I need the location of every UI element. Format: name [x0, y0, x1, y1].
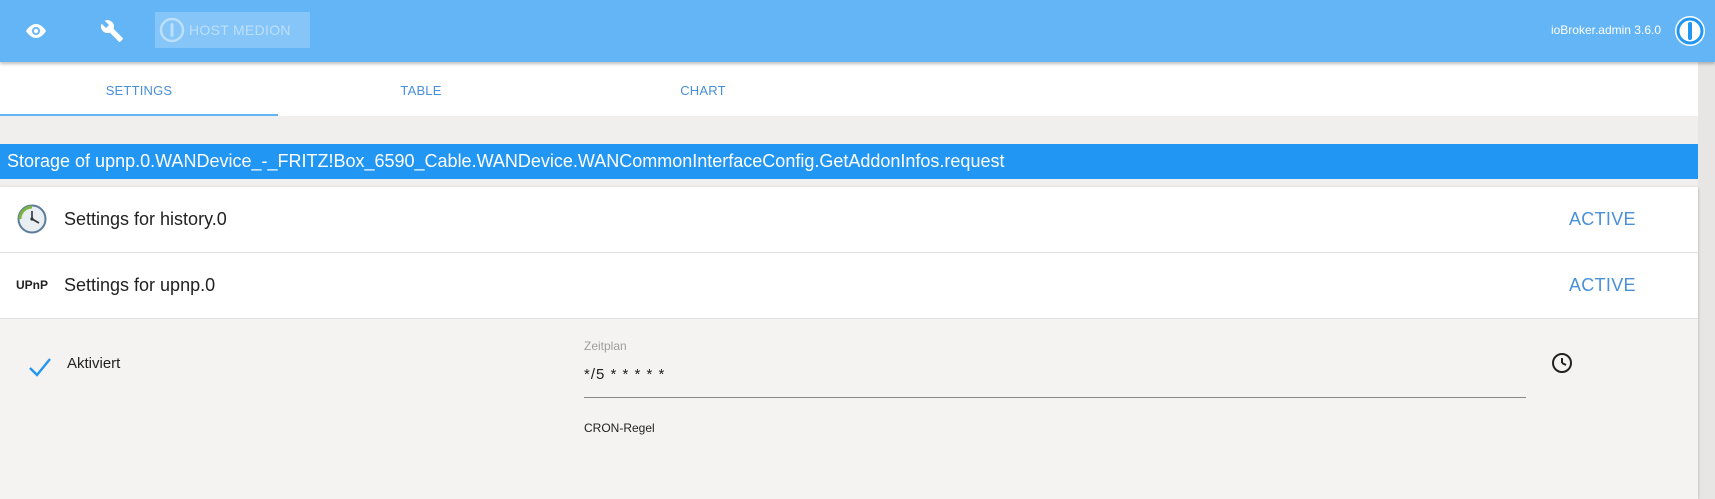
tab-bar: SETTINGS TABLE CHART [0, 62, 1698, 116]
host-label: HOST MEDION [189, 22, 291, 38]
top-app-bar: HOST MEDION ioBroker.admin 3.6.0 [0, 0, 1715, 62]
eye-icon[interactable] [14, 0, 58, 62]
version-label: ioBroker.admin 3.6.0 [1550, 23, 1661, 37]
schedule-help-text: CRON-Regel [584, 421, 655, 435]
adapter-panels: Settings for history.0 ACTIVE UPnP Setti… [0, 187, 1698, 499]
schedule-input[interactable]: */5 * * * * * [584, 366, 665, 383]
panel-upnp[interactable]: UPnP Settings for upnp.0 ACTIVE [0, 253, 1698, 319]
host-selector[interactable]: HOST MEDION [155, 12, 310, 48]
iobroker-logo-icon [159, 17, 185, 43]
iobroker-logo-icon[interactable] [1673, 14, 1707, 53]
schedule-label: Zeitplan [584, 339, 627, 353]
checkmark-icon[interactable] [28, 357, 52, 382]
tab-settings[interactable]: SETTINGS [0, 62, 278, 116]
scrollbar[interactable] [1698, 62, 1715, 499]
page-title: Storage of upnp.0.WANDevice_-_FRITZ!Box_… [0, 144, 1698, 179]
tab-chart[interactable]: CHART [564, 62, 842, 116]
enabled-label: Aktiviert [67, 355, 121, 372]
panel-title: Settings for upnp.0 [64, 275, 216, 295]
panel-history[interactable]: Settings for history.0 ACTIVE [0, 187, 1698, 253]
upnp-settings-detail: Aktiviert Zeitplan */5 * * * * * CRON-Re… [0, 319, 1698, 499]
tab-table[interactable]: TABLE [282, 62, 560, 116]
history-clock-icon [16, 203, 48, 235]
wrench-icon[interactable] [90, 0, 134, 62]
status-badge: ACTIVE [1569, 275, 1636, 295]
clock-icon[interactable] [1551, 352, 1573, 379]
schedule-input-underline [584, 397, 1526, 398]
status-badge: ACTIVE [1569, 209, 1636, 229]
panel-title: Settings for history.0 [64, 209, 227, 229]
upnp-logo-icon: UPnP [16, 278, 49, 292]
